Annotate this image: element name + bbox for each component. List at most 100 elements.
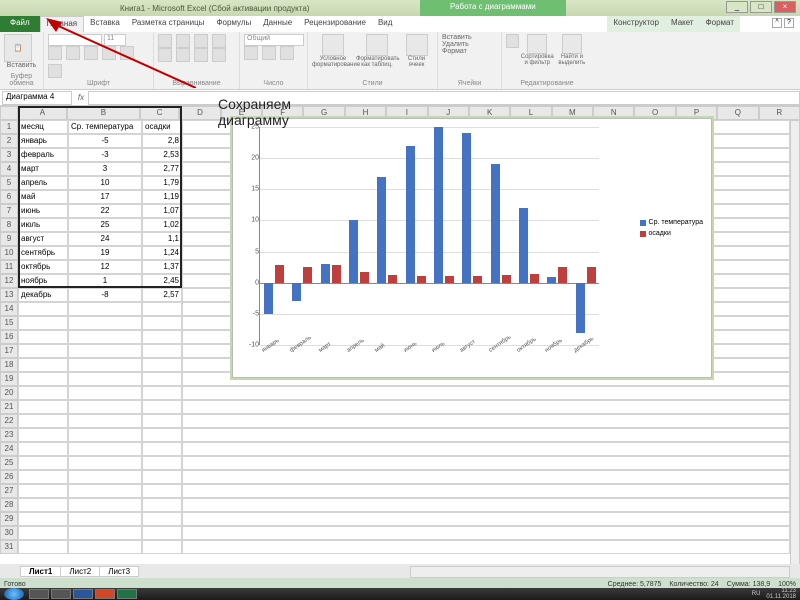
cell[interactable]	[18, 484, 68, 498]
cell[interactable]	[68, 316, 142, 330]
bar[interactable]	[292, 283, 301, 302]
row-head[interactable]: 5	[0, 176, 18, 190]
cell[interactable]	[18, 442, 68, 456]
cell[interactable]: март	[18, 162, 68, 176]
tab-view[interactable]: Вид	[372, 16, 398, 32]
cell[interactable]	[68, 302, 142, 316]
comma-button[interactable]	[280, 46, 294, 60]
bar[interactable]	[530, 274, 539, 283]
taskbar-excel-icon[interactable]	[117, 589, 137, 599]
cell[interactable]	[18, 344, 68, 358]
bar[interactable]	[519, 208, 528, 283]
cell[interactable]: 10	[68, 176, 142, 190]
currency-button[interactable]	[244, 46, 258, 60]
cell[interactable]	[182, 386, 790, 400]
cell[interactable]: 12	[68, 260, 142, 274]
cell[interactable]	[18, 414, 68, 428]
bar[interactable]	[434, 127, 443, 283]
tab-format[interactable]: Формат	[700, 16, 740, 32]
cell[interactable]: 2,57	[142, 288, 182, 302]
bold-button[interactable]	[48, 46, 62, 60]
cell[interactable]	[18, 498, 68, 512]
cell[interactable]	[142, 442, 182, 456]
cell-styles-button[interactable]	[406, 34, 428, 56]
cell[interactable]: 24	[68, 232, 142, 246]
cell[interactable]: 2,53	[142, 148, 182, 162]
cell[interactable]: 1,37	[142, 260, 182, 274]
select-all-corner[interactable]	[0, 106, 18, 120]
font-size-combo[interactable]: 11	[104, 34, 126, 46]
embedded-chart[interactable]: -10-50510152025 январьфевральмартапрельм…	[232, 118, 712, 378]
cell[interactable]	[18, 316, 68, 330]
cell[interactable]: 1	[68, 274, 142, 288]
cell[interactable]: июль	[18, 218, 68, 232]
align-center-button[interactable]	[176, 48, 190, 62]
autosum-button[interactable]	[506, 34, 519, 48]
align-bot-button[interactable]	[194, 34, 208, 48]
col-R[interactable]: R	[759, 106, 800, 120]
cell[interactable]	[18, 330, 68, 344]
find-select-button[interactable]	[562, 34, 582, 54]
horizontal-scrollbar[interactable]	[410, 566, 790, 578]
cell[interactable]	[142, 414, 182, 428]
cell[interactable]	[68, 344, 142, 358]
cell[interactable]: октябрь	[18, 260, 68, 274]
cell[interactable]	[68, 498, 142, 512]
cell[interactable]: 2,8	[142, 134, 182, 148]
cell[interactable]: 2,77	[142, 162, 182, 176]
tab-data[interactable]: Данные	[257, 16, 298, 32]
number-format-combo[interactable]: Общий	[244, 34, 304, 46]
row-head[interactable]: 15	[0, 316, 18, 330]
col-B[interactable]: B	[67, 106, 140, 120]
paste-button[interactable]: 📋	[4, 34, 32, 62]
bar[interactable]	[587, 267, 596, 283]
cell[interactable]: 1,1	[142, 232, 182, 246]
format-cells-button[interactable]: Формат	[442, 48, 497, 55]
sheet-tab-2[interactable]: Лист2	[60, 566, 100, 577]
minimize-button[interactable]: _	[726, 1, 748, 13]
row-head[interactable]: 16	[0, 330, 18, 344]
cell[interactable]	[18, 386, 68, 400]
cell[interactable]	[18, 512, 68, 526]
cell[interactable]	[68, 372, 142, 386]
cell[interactable]	[142, 400, 182, 414]
cell[interactable]	[182, 456, 790, 470]
cell[interactable]: 1,07	[142, 204, 182, 218]
cell[interactable]	[18, 526, 68, 540]
underline-button[interactable]	[84, 46, 98, 60]
ribbon-minimize-icon[interactable]: ^	[772, 18, 782, 28]
italic-button[interactable]	[66, 46, 80, 60]
bar[interactable]	[360, 272, 369, 283]
cell[interactable]: месяц	[18, 120, 68, 134]
row-head[interactable]: 26	[0, 470, 18, 484]
font-name-combo[interactable]	[48, 34, 102, 46]
row-head[interactable]: 28	[0, 498, 18, 512]
cell[interactable]	[142, 470, 182, 484]
cell[interactable]	[142, 498, 182, 512]
row-head[interactable]: 24	[0, 442, 18, 456]
bar[interactable]	[321, 264, 330, 283]
cell[interactable]	[142, 302, 182, 316]
cell[interactable]: -3	[68, 148, 142, 162]
cell[interactable]	[68, 526, 142, 540]
align-top-button[interactable]	[158, 34, 172, 48]
insert-cells-button[interactable]: Вставить	[442, 34, 497, 41]
row-head[interactable]: 31	[0, 540, 18, 554]
row-head[interactable]: 10	[0, 246, 18, 260]
row-head[interactable]: 20	[0, 386, 18, 400]
row-head[interactable]: 12	[0, 274, 18, 288]
cell[interactable]	[68, 442, 142, 456]
row-head[interactable]: 8	[0, 218, 18, 232]
bar[interactable]	[377, 177, 386, 283]
cell[interactable]	[68, 330, 142, 344]
bar[interactable]	[491, 164, 500, 282]
row-head[interactable]: 22	[0, 414, 18, 428]
col-D[interactable]: D	[179, 106, 220, 120]
sheet-tab-3[interactable]: Лист3	[99, 566, 139, 577]
formula-input[interactable]	[88, 91, 800, 105]
cell[interactable]	[18, 302, 68, 316]
cell[interactable]	[182, 526, 790, 540]
wrap-button[interactable]	[212, 34, 226, 48]
cell[interactable]	[142, 330, 182, 344]
row-head[interactable]: 19	[0, 372, 18, 386]
